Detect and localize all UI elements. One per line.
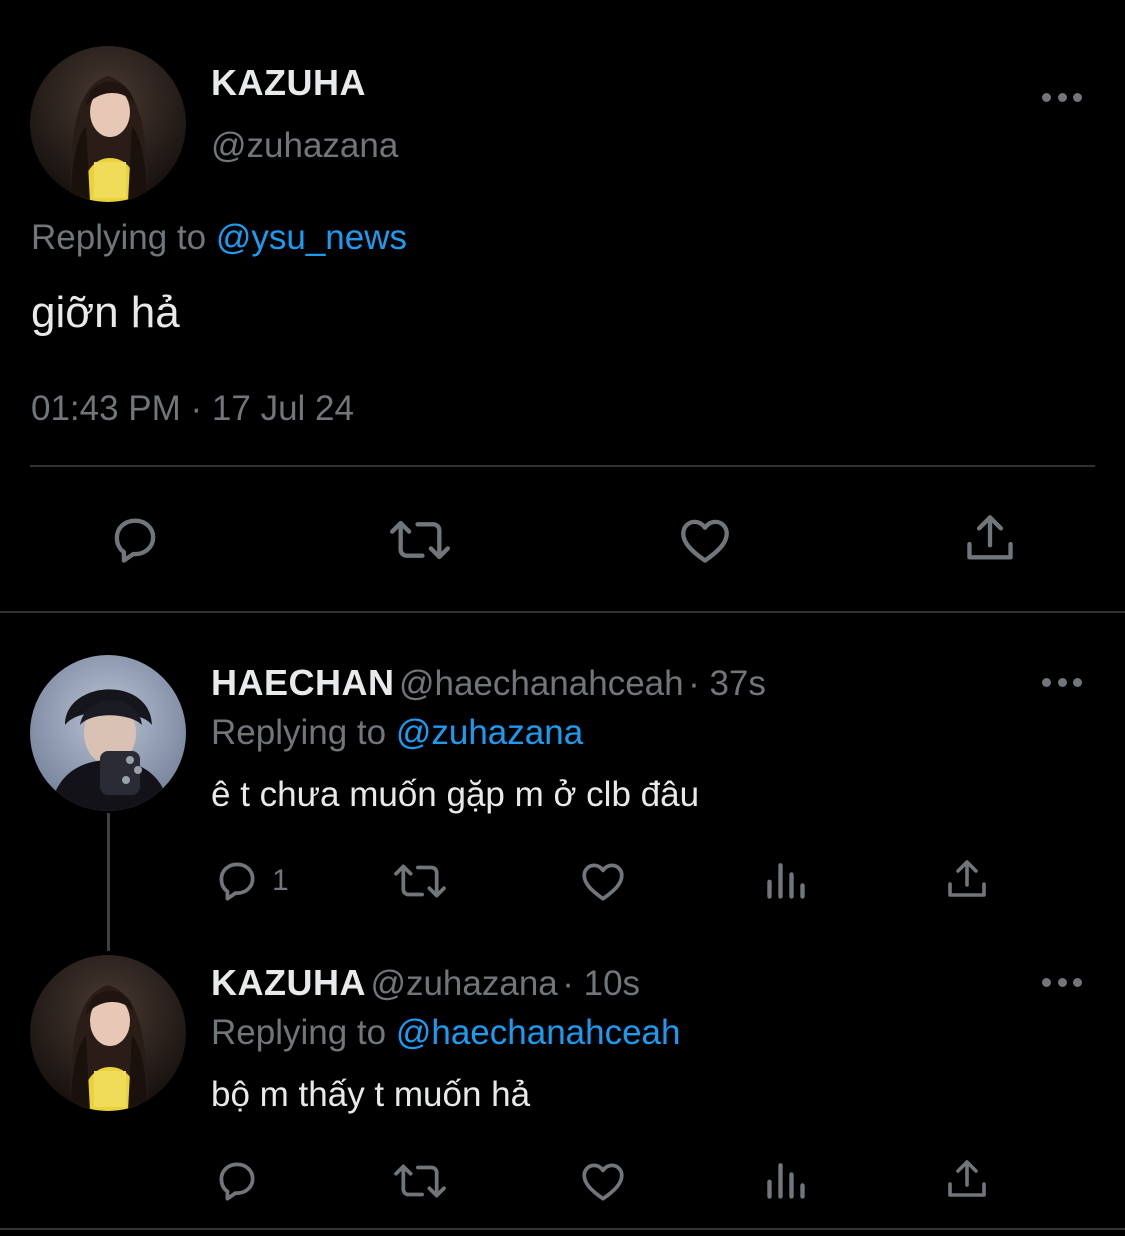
tweet-header: HAECHAN @haechanahceah · 37s (211, 662, 766, 704)
divider (0, 611, 1125, 613)
divider (30, 465, 1095, 467)
retweet-icon[interactable] (390, 1156, 450, 1206)
more-icon[interactable] (1042, 976, 1082, 988)
replying-handle-link[interactable]: @haechanahceah (396, 1013, 681, 1052)
replying-to: Replying to @zuhazana (211, 713, 583, 753)
share-icon[interactable] (943, 1155, 991, 1203)
like-icon[interactable] (578, 1156, 628, 1206)
handle[interactable]: @haechanahceah (399, 664, 684, 703)
reply-icon[interactable] (106, 511, 164, 569)
thread-line (107, 813, 110, 951)
replying-to: Replying to @ysu_news (31, 218, 407, 258)
handle[interactable]: @zuhazana (211, 126, 398, 166)
handle[interactable]: @zuhazana (370, 964, 557, 1003)
retweet-icon[interactable] (386, 511, 454, 569)
tweet-header: KAZUHA @zuhazana · 10s (211, 962, 640, 1004)
tweet-text: ê t chưa muốn gặp m ở clb đâu (211, 775, 700, 814)
replying-handle-link[interactable]: @ysu_news (216, 218, 407, 257)
display-name[interactable]: HAECHAN (211, 662, 395, 703)
like-icon[interactable] (676, 511, 734, 569)
views-icon[interactable] (764, 858, 808, 902)
reply-count: 1 (272, 864, 289, 897)
replying-prefix: Replying to (211, 713, 387, 752)
avatar[interactable] (30, 955, 186, 1111)
more-icon[interactable] (1042, 676, 1082, 688)
divider (0, 1228, 1125, 1230)
views-icon[interactable] (764, 1158, 808, 1202)
avatar[interactable] (30, 655, 186, 811)
relative-time[interactable]: · 37s (688, 664, 766, 703)
replying-prefix: Replying to (31, 218, 207, 257)
display-name[interactable]: KAZUHA (211, 62, 366, 104)
share-icon[interactable] (961, 509, 1019, 567)
tweet-text: giỡn hả (31, 288, 180, 337)
like-icon[interactable] (578, 856, 628, 906)
replying-to: Replying to @haechanahceah (211, 1013, 681, 1053)
reply-icon[interactable] (212, 1156, 262, 1206)
relative-time[interactable]: · 10s (562, 964, 640, 1003)
replying-prefix: Replying to (211, 1013, 387, 1052)
replying-handle-link[interactable]: @zuhazana (396, 713, 583, 752)
share-icon[interactable] (943, 855, 991, 903)
more-icon[interactable] (1042, 91, 1082, 103)
tweet-text: bộ m thấy t muốn hả (211, 1075, 531, 1114)
reply-icon[interactable] (212, 856, 262, 906)
display-name[interactable]: KAZUHA (211, 962, 366, 1003)
timestamp[interactable]: 01:43 PM · 17 Jul 24 (31, 389, 354, 429)
avatar[interactable] (30, 46, 186, 202)
retweet-icon[interactable] (390, 856, 450, 906)
